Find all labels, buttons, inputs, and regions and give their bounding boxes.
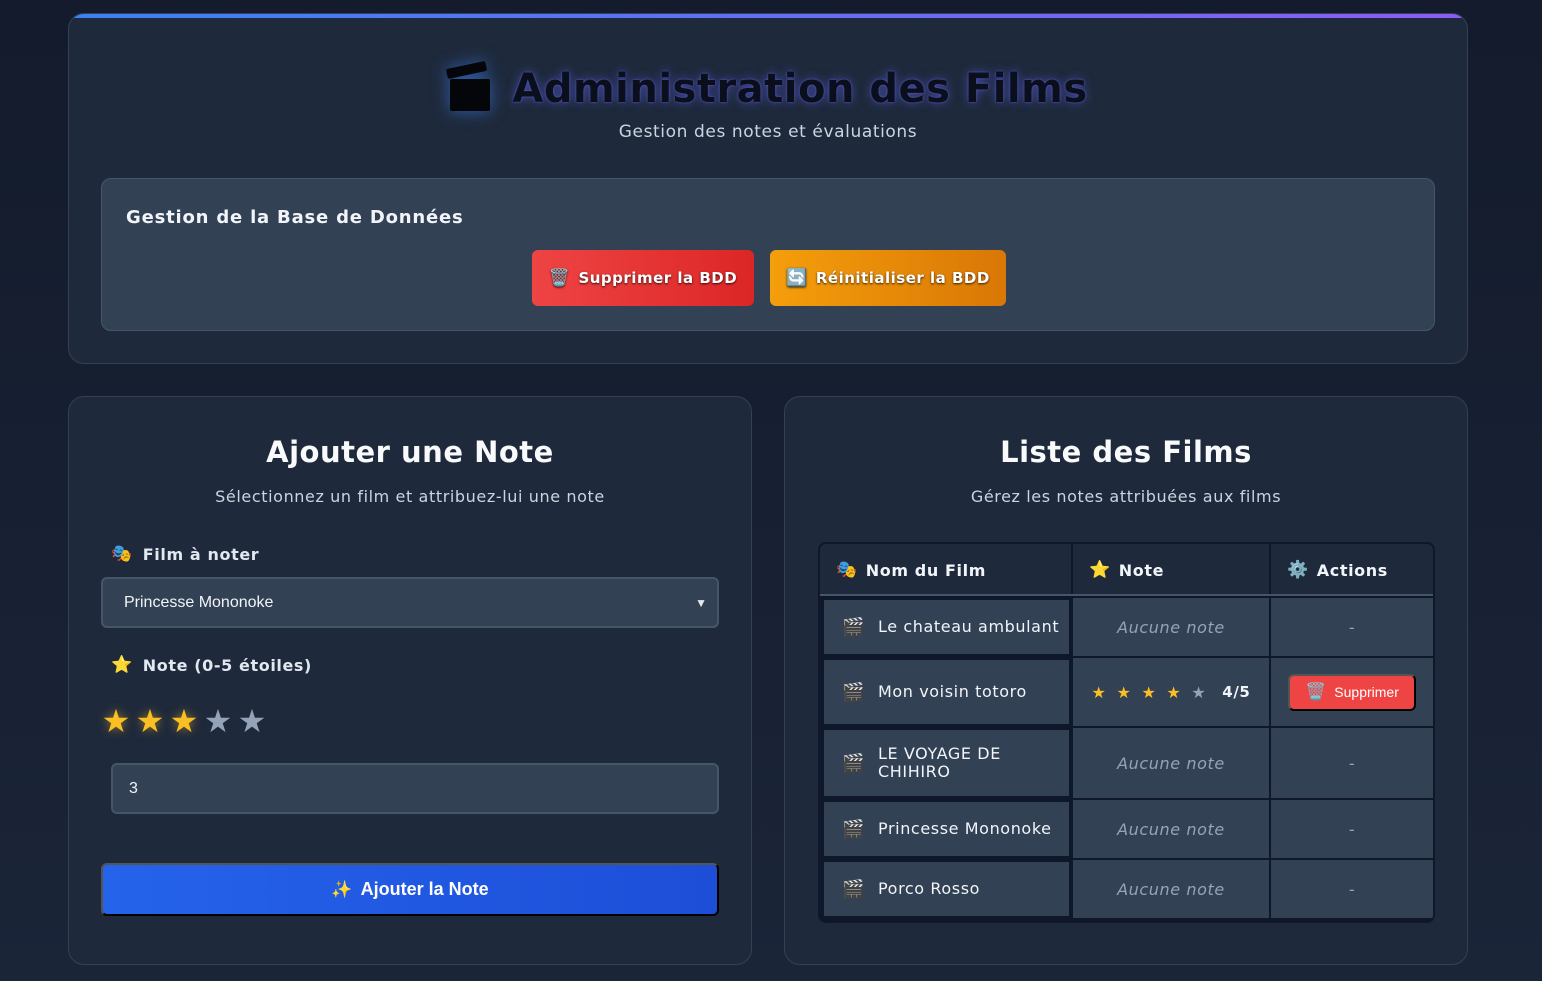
films-table: 🎭 Nom du Film ⭐ Note ⚙️ Actions 🎬 Le chat… bbox=[818, 542, 1435, 923]
add-note-button-label: Ajouter la Note bbox=[360, 879, 489, 899]
theater-masks-icon: 🎭 bbox=[111, 544, 133, 564]
title-row: Administration des Films bbox=[69, 60, 1467, 112]
column-header-name: 🎭 Nom du Film bbox=[820, 544, 1071, 596]
note-label: ⭐ Note (0-5 étoiles) bbox=[111, 655, 312, 675]
star-icon: ⭐ bbox=[111, 655, 133, 675]
theater-masks-icon: 🎭 bbox=[836, 560, 858, 580]
films-list-title: Liste des Films bbox=[1000, 435, 1252, 469]
rating-star-5[interactable]: ★ bbox=[237, 703, 267, 739]
delete-note-button[interactable]: 🗑️ Supprimer bbox=[1288, 673, 1416, 711]
film-name: Porco Rosso bbox=[878, 879, 981, 898]
add-note-card: Ajouter une Note Sélectionnez un film et… bbox=[68, 396, 752, 965]
film-actions-cell: - bbox=[1271, 860, 1433, 918]
note-input-value: 3 bbox=[129, 779, 138, 797]
film-name-cell: 🎬 Le chateau ambulant bbox=[822, 598, 1071, 656]
clapperboard-icon: 🎬 bbox=[842, 752, 866, 774]
film-note-cell: Aucune note bbox=[1073, 598, 1269, 656]
film-actions-cell: 🗑️ Supprimer bbox=[1271, 658, 1433, 726]
film-name-cell: 🎬 Princesse Mononoke bbox=[822, 800, 1071, 858]
column-header-note-label: Note bbox=[1118, 560, 1165, 580]
db-panel-title: Gestion de la Base de Données bbox=[126, 207, 464, 228]
no-action-text: - bbox=[1348, 819, 1356, 839]
delete-note-label: Supprimer bbox=[1334, 684, 1399, 700]
clapperboard-icon: 🎬 bbox=[842, 681, 866, 703]
admin-header-card: Administration des Films Gestion des not… bbox=[68, 13, 1468, 364]
film-name-cell: 🎬 Porco Rosso bbox=[822, 860, 1071, 918]
no-action-text: - bbox=[1348, 617, 1356, 637]
rating-star-4[interactable]: ★ bbox=[203, 703, 233, 739]
rating-value: 4/5 bbox=[1222, 683, 1251, 701]
film-select-value: Princesse Mononoke bbox=[124, 593, 274, 611]
film-note-cell: Aucune note bbox=[1073, 800, 1269, 858]
add-note-subtitle: Sélectionnez un film et attribuez-lui un… bbox=[215, 487, 605, 506]
film-name-cell: 🎬 Mon voisin totoro bbox=[822, 658, 1071, 726]
film-name: Mon voisin totoro bbox=[878, 682, 1027, 701]
table-row: 🎬 Le chateau ambulant Aucune note - bbox=[820, 598, 1433, 656]
refresh-icon: 🔄 bbox=[786, 268, 808, 288]
no-note-text: Aucune note bbox=[1117, 753, 1225, 773]
clapperboard-icon bbox=[446, 60, 492, 111]
star-rating: ★ ★ ★ ★ ★ bbox=[101, 703, 267, 739]
page-subtitle: Gestion des notes et évaluations bbox=[618, 122, 918, 142]
table-header: 🎭 Nom du Film ⭐ Note ⚙️ Actions bbox=[820, 544, 1433, 596]
no-note-text: Aucune note bbox=[1117, 617, 1225, 637]
star-icon: ★ bbox=[1191, 682, 1207, 702]
wastebasket-icon: 🗑️ bbox=[548, 268, 571, 288]
db-management-panel: Gestion de la Base de Données 🗑️ Supprim… bbox=[101, 178, 1435, 331]
film-name-cell: 🎬 LE VOYAGE DE CHIHIRO bbox=[822, 728, 1071, 798]
star-icon: ★ bbox=[1091, 682, 1107, 702]
delete-db-label: Supprimer la BDD bbox=[578, 269, 738, 287]
clapperboard-icon: 🎬 bbox=[842, 616, 866, 638]
add-note-button[interactable]: ✨ Ajouter la Note bbox=[101, 863, 719, 916]
table-row: 🎬 Porco Rosso Aucune note - bbox=[820, 860, 1433, 918]
reset-db-button[interactable]: 🔄 Réinitialiser la BDD bbox=[770, 250, 1006, 306]
column-header-actions-label: Actions bbox=[1316, 560, 1388, 580]
star-icon: ⭐ bbox=[1089, 560, 1111, 580]
wastebasket-icon: 🗑️ bbox=[1305, 682, 1327, 702]
film-name: Le chateau ambulant bbox=[878, 617, 1060, 636]
note-label-text: Note (0-5 étoiles) bbox=[142, 655, 312, 675]
add-note-title: Ajouter une Note bbox=[266, 435, 554, 469]
no-note-text: Aucune note bbox=[1117, 879, 1225, 899]
films-list-subtitle: Gérez les notes attribuées aux films bbox=[970, 487, 1282, 506]
rating-star-2[interactable]: ★ bbox=[135, 703, 165, 739]
film-name: Princesse Mononoke bbox=[878, 819, 1052, 838]
table-row: 🎬 LE VOYAGE DE CHIHIRO Aucune note - bbox=[820, 728, 1433, 798]
film-note-cell: Aucune note bbox=[1073, 860, 1269, 918]
no-action-text: - bbox=[1348, 753, 1356, 773]
film-actions-cell: - bbox=[1271, 728, 1433, 798]
film-name: LE VOYAGE DE CHIHIRO bbox=[878, 744, 1001, 781]
no-note-text: Aucune note bbox=[1117, 819, 1225, 839]
table-row: 🎬 Princesse Mononoke Aucune note - bbox=[820, 800, 1433, 858]
film-select-label: 🎭 Film à noter bbox=[111, 544, 259, 564]
column-header-note: ⭐ Note bbox=[1073, 544, 1269, 596]
film-actions-cell: - bbox=[1271, 598, 1433, 656]
sparkles-icon: ✨ bbox=[331, 879, 353, 900]
film-rating-stars: ★ ★ ★ ★ ★ 4/5 bbox=[1092, 683, 1251, 702]
delete-db-button[interactable]: 🗑️ Supprimer la BDD bbox=[532, 250, 754, 306]
film-note-cell: Aucune note bbox=[1073, 728, 1269, 798]
star-icon: ★ bbox=[1141, 682, 1157, 702]
no-action-text: - bbox=[1348, 879, 1356, 899]
reset-db-label: Réinitialiser la BDD bbox=[815, 269, 990, 287]
clapperboard-icon: 🎬 bbox=[842, 878, 866, 900]
db-buttons: 🗑️ Supprimer la BDD 🔄 Réinitialiser la B… bbox=[532, 250, 1006, 306]
rating-star-3[interactable]: ★ bbox=[169, 703, 199, 739]
column-header-actions: ⚙️ Actions bbox=[1271, 544, 1433, 596]
film-actions-cell: - bbox=[1271, 800, 1433, 858]
film-select[interactable]: Princesse Mononoke ▼ bbox=[101, 577, 719, 628]
films-list-card: Liste des Films Gérez les notes attribué… bbox=[784, 396, 1468, 965]
star-icon: ★ bbox=[1116, 682, 1132, 702]
clapperboard-icon: 🎬 bbox=[842, 818, 866, 840]
chevron-down-icon: ▼ bbox=[695, 595, 707, 610]
star-icon: ★ bbox=[1166, 682, 1182, 702]
page-title: Administration des Films bbox=[512, 66, 1088, 112]
table-row: 🎬 Mon voisin totoro ★ ★ ★ ★ ★ 4/5 🗑️ Supprimer bbox=[820, 658, 1433, 726]
note-input[interactable]: 3 bbox=[111, 763, 719, 814]
rating-star-1[interactable]: ★ bbox=[101, 703, 131, 739]
film-select-label-text: Film à noter bbox=[142, 544, 260, 564]
gear-icon: ⚙️ bbox=[1287, 560, 1309, 580]
column-header-name-label: Nom du Film bbox=[865, 560, 986, 580]
film-note-cell: ★ ★ ★ ★ ★ 4/5 bbox=[1073, 658, 1269, 726]
